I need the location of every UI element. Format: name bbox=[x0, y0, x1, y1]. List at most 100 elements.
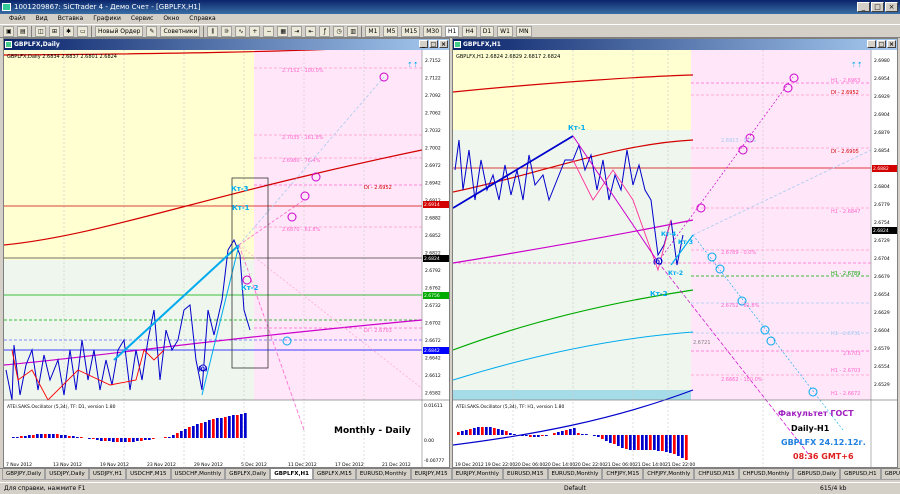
chart-maximize-button[interactable]: □ bbox=[877, 40, 886, 48]
chart-tab[interactable]: GBPLFX,Daily bbox=[225, 469, 271, 480]
level-label: 2.6721 bbox=[693, 340, 711, 346]
osc-bar bbox=[104, 438, 107, 441]
chart-tab[interactable]: USDCHF,M15 bbox=[126, 469, 171, 480]
chart-tab[interactable]: GBPJPY,Daily bbox=[2, 469, 46, 480]
tf-m30[interactable]: M30 bbox=[423, 25, 443, 37]
chart-tab[interactable]: GBPUSD,H1 bbox=[840, 469, 881, 480]
tf-m1[interactable]: M1 bbox=[365, 25, 381, 37]
menu-charts[interactable]: Графики bbox=[88, 14, 126, 24]
profiles-icon[interactable]: ▤ bbox=[17, 25, 28, 37]
chart-close-button[interactable]: × bbox=[439, 40, 448, 48]
osc-bar bbox=[196, 424, 199, 438]
price-tick: 2.6762 bbox=[425, 286, 441, 292]
osc-bar bbox=[669, 435, 672, 453]
indicators-icon[interactable]: ƒ bbox=[319, 25, 331, 37]
menu-tools[interactable]: Сервис bbox=[126, 14, 158, 24]
osc-bar bbox=[232, 415, 235, 438]
marker-price: 2.6756 bbox=[424, 293, 440, 299]
menu-window[interactable]: Окно bbox=[158, 14, 184, 24]
osc-bar bbox=[32, 435, 35, 438]
chart-tab[interactable]: GBPUSD,M15 bbox=[880, 469, 900, 480]
tf-w1[interactable]: W1 bbox=[497, 25, 513, 37]
chart-tab[interactable]: GBPUSD,Daily bbox=[793, 469, 841, 480]
zoom-out-icon[interactable]: − bbox=[263, 25, 275, 37]
price-tick: 2.6554 bbox=[874, 364, 890, 370]
candle-chart-icon[interactable]: ⊪ bbox=[221, 25, 233, 37]
osc-bar bbox=[621, 435, 624, 448]
chart-tab[interactable]: USDJPY,Daily bbox=[45, 469, 89, 480]
osc-bar bbox=[653, 435, 656, 450]
autoscroll-icon[interactable]: ⇥ bbox=[291, 25, 303, 37]
maximize-button[interactable]: □ bbox=[871, 2, 884, 12]
chart-tab[interactable]: CHFJPY,Monthly bbox=[643, 469, 695, 480]
tf-h1[interactable]: H1 bbox=[445, 25, 460, 37]
menu-insert[interactable]: Вставка bbox=[53, 14, 88, 24]
navigator-icon[interactable]: ✱ bbox=[63, 25, 74, 37]
chart-tab[interactable]: EURJPY,M15 bbox=[410, 469, 452, 480]
price-tick: 2.6904 bbox=[874, 112, 890, 118]
templates-icon[interactable]: ▥ bbox=[347, 25, 359, 37]
chart-tab[interactable]: EURUSD,Monthly bbox=[355, 469, 411, 480]
osc-bar bbox=[677, 435, 680, 456]
chart-tab[interactable]: GBPLFX,M15 bbox=[312, 469, 356, 480]
chart-tab[interactable]: CHFUSD,M15 bbox=[694, 469, 739, 480]
tf-d1[interactable]: D1 bbox=[479, 25, 495, 37]
chart-maximize-button[interactable]: □ bbox=[429, 40, 438, 48]
level-label: 2.6870 - 61.8% bbox=[282, 227, 321, 233]
osc-bar bbox=[613, 435, 616, 444]
osc-scale: 0.01611 bbox=[424, 403, 443, 409]
chart-minimize-button[interactable]: _ bbox=[419, 40, 428, 48]
advisors-button[interactable]: Советники bbox=[160, 25, 201, 37]
chart-window-h1[interactable]: GBPLFX,H1 _ □ × Кт-1 Кт-4 Кт-3 Кт-2 Кт-2… bbox=[452, 38, 898, 468]
tf-h4[interactable]: H4 bbox=[462, 25, 477, 37]
bar-chart-icon[interactable]: ⫼ bbox=[207, 25, 219, 37]
line-chart-icon[interactable]: ∿ bbox=[235, 25, 247, 37]
new-chart-icon[interactable]: ▣ bbox=[3, 25, 14, 37]
chart-tab[interactable]: USDCHF,Monthly bbox=[170, 469, 226, 480]
chart-tab[interactable]: GBPLFX,H1 bbox=[270, 469, 313, 480]
menu-file[interactable]: Файл bbox=[4, 14, 31, 24]
new-order-button[interactable]: Новый Ордер bbox=[95, 25, 144, 37]
chart-shift-icon[interactable]: ⇤ bbox=[305, 25, 317, 37]
osc-bar bbox=[236, 415, 239, 438]
h1-price-chart[interactable]: Кт-1 Кт-4 Кт-3 Кт-2 Кт-2 (0) H1 - 2.6963… bbox=[453, 50, 897, 468]
chart-close-button[interactable]: × bbox=[887, 40, 896, 48]
osc-bar bbox=[649, 435, 652, 450]
osc-bar bbox=[220, 418, 223, 438]
level-label: H1 - 2.6731 bbox=[831, 331, 860, 337]
tile-windows-icon[interactable]: ▦ bbox=[277, 25, 289, 37]
chart-minimize-button[interactable]: _ bbox=[867, 40, 876, 48]
tf-m15[interactable]: M15 bbox=[401, 25, 421, 37]
chart-tab[interactable]: EURJPY,Monthly bbox=[451, 469, 503, 480]
zoom-in-icon[interactable]: + bbox=[249, 25, 261, 37]
tf-m5[interactable]: M5 bbox=[383, 25, 399, 37]
data-window-icon[interactable]: ⊞ bbox=[49, 25, 60, 37]
chart-tab[interactable]: CHFUSD,Monthly bbox=[738, 469, 794, 480]
osc-bar bbox=[501, 430, 504, 435]
metaeditor-icon[interactable]: ✎ bbox=[146, 25, 158, 37]
menu-view[interactable]: Вид bbox=[31, 14, 53, 24]
chart-tab[interactable]: EURUSD,M15 bbox=[502, 469, 548, 480]
chart-tab[interactable]: CHFJPY,M15 bbox=[602, 469, 644, 480]
chart-tab[interactable]: EURUSD,Monthly bbox=[547, 469, 603, 480]
level-label: H1 - 2.6963 bbox=[831, 78, 860, 84]
close-button[interactable]: × bbox=[885, 2, 898, 12]
pink-zone bbox=[254, 50, 422, 400]
menu-help[interactable]: Справка bbox=[184, 14, 220, 24]
osc-bar bbox=[148, 438, 151, 440]
tf-mn[interactable]: MN bbox=[515, 25, 532, 37]
chart-tab[interactable]: USDJPY,H1 bbox=[88, 469, 127, 480]
periods-icon[interactable]: ◷ bbox=[333, 25, 345, 37]
osc-bar bbox=[184, 429, 187, 438]
osc-bar bbox=[481, 427, 484, 435]
daily-price-chart[interactable]: Кт-3 Кт-1 Кт-2 (0) 2.7152 - 100.0% 2.703… bbox=[4, 50, 449, 468]
price-tick: 2.6942 bbox=[425, 181, 441, 187]
market-watch-icon[interactable]: ◫ bbox=[35, 25, 46, 37]
minimize-button[interactable]: _ bbox=[857, 2, 870, 12]
osc-bar bbox=[80, 437, 83, 438]
chart-window-daily[interactable]: GBPLFX,Daily _ □ × Кт-3 Кт-1 Кт-2 (0) 2.… bbox=[3, 38, 450, 468]
current-price: 2.6824 bbox=[873, 228, 889, 234]
price-tick: 2.6852 bbox=[425, 233, 441, 239]
terminal-icon[interactable]: ▭ bbox=[77, 25, 88, 37]
osc-bar bbox=[617, 435, 620, 446]
